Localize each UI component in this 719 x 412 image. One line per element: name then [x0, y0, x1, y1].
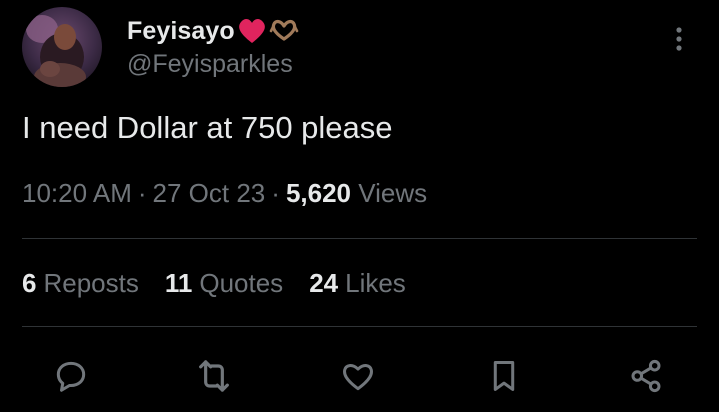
- likes-count: 24: [309, 268, 339, 298]
- display-name[interactable]: Feyisayo: [127, 17, 235, 46]
- share-icon: [631, 359, 661, 393]
- tweet-text: I need Dollar at 750 please: [22, 110, 393, 145]
- repost-icon: [199, 360, 229, 392]
- avatar[interactable]: [22, 7, 102, 87]
- tweet-time[interactable]: 10:20 AM: [22, 178, 132, 208]
- name-row: Feyisayo: [127, 15, 299, 47]
- reply-icon: [56, 361, 86, 392]
- quotes-stat[interactable]: 11 Quotes: [165, 268, 283, 299]
- tweet-meta: 10:20 AM · 27 Oct 23 · 5,620 Views: [22, 178, 427, 209]
- red-heart-emoji: [237, 17, 267, 45]
- divider: [22, 238, 697, 239]
- share-button[interactable]: [624, 354, 668, 398]
- meta-separator: ·: [271, 178, 280, 208]
- reply-button[interactable]: [49, 354, 93, 398]
- engagement-stats: 6 Reposts 11 Quotes 24 Likes: [22, 268, 432, 299]
- reposts-stat[interactable]: 6 Reposts: [22, 268, 139, 299]
- bookmark-icon: [493, 361, 515, 391]
- like-button[interactable]: [336, 354, 380, 398]
- views-count[interactable]: 5,620: [286, 178, 351, 208]
- divider: [22, 326, 697, 327]
- reposts-count: 6: [22, 268, 37, 298]
- likes-label: Likes: [345, 268, 406, 298]
- quotes-label: Quotes: [199, 268, 284, 298]
- meta-separator: ·: [137, 178, 147, 208]
- more-options-icon[interactable]: [668, 24, 690, 54]
- heart-hands-emoji: [269, 18, 299, 44]
- user-handle[interactable]: @Feyisparkles: [127, 50, 293, 79]
- reposts-label: Reposts: [43, 268, 139, 298]
- tweet-date[interactable]: 27 Oct 23: [153, 178, 266, 208]
- likes-stat[interactable]: 24 Likes: [309, 268, 406, 299]
- views-label[interactable]: Views: [358, 178, 427, 208]
- repost-button[interactable]: [192, 354, 236, 398]
- bookmark-button[interactable]: [482, 354, 526, 398]
- like-icon: [343, 364, 373, 391]
- quotes-count: 11: [164, 268, 193, 298]
